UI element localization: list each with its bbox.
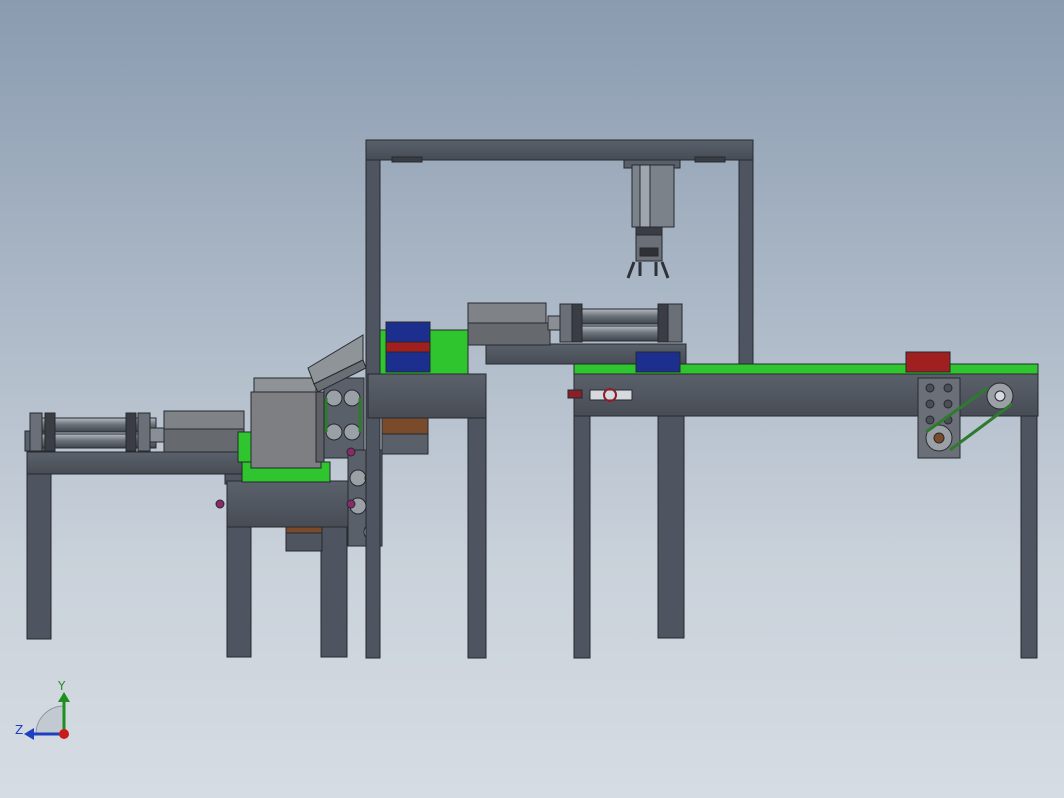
linear-actuator: [631, 164, 675, 228]
assembly-drawing: Y Z: [15, 139, 1039, 740]
cylinder-cover: [163, 410, 245, 430]
center-table: [367, 321, 487, 659]
stamping-block: [250, 391, 322, 469]
x-axis-dot: [59, 729, 69, 739]
right-table: [567, 351, 1039, 659]
y-axis-label: Y: [57, 679, 66, 693]
product-box-red: [905, 351, 951, 373]
view-triad[interactable]: Y Z: [15, 679, 70, 740]
product-box-blue: [385, 321, 431, 345]
product-box-blue-right: [635, 351, 681, 373]
cad-viewport[interactable]: Y Z: [0, 0, 1064, 798]
left-roller-table: [24, 410, 246, 640]
z-axis-label: Z: [15, 723, 23, 737]
middle-left-station: [215, 334, 383, 658]
